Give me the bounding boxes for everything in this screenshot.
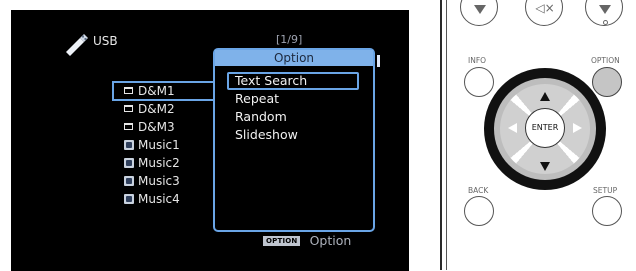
info-button[interactable]: [464, 67, 494, 97]
option-menu: Text Search Repeat Random Slideshow: [227, 72, 367, 144]
scrollbar-marker: [377, 55, 380, 67]
source-label: USB: [93, 34, 118, 48]
enter-button[interactable]: ENTER: [525, 108, 565, 148]
list-item[interactable]: D&M1: [112, 81, 229, 101]
file-list: D&M1 D&M2 D&M3 Music1 Music2 Music3 Musi…: [112, 81, 229, 208]
tv-screen: USB [1/9] D&M1 D&M2 D&M3 Music1 Music2 M…: [11, 10, 409, 271]
list-item-label: Music4: [138, 192, 180, 206]
volume-down-icon: [474, 5, 486, 14]
indicator-dot: [603, 20, 608, 25]
list-item-label: Music2: [138, 156, 180, 170]
list-item[interactable]: Music2: [116, 154, 228, 172]
music-file-icon: [124, 194, 134, 204]
list-item-label: Music3: [138, 174, 180, 188]
music-file-icon: [124, 158, 134, 168]
mute-button[interactable]: ◁×: [525, 0, 563, 26]
option-button[interactable]: [592, 67, 622, 97]
list-item[interactable]: D&M2: [116, 100, 228, 118]
volume-up-icon: [599, 5, 611, 14]
list-item[interactable]: Music1: [116, 136, 228, 154]
folder-icon: [124, 123, 133, 130]
setup-label: SETUP: [593, 186, 618, 195]
arrow-right-icon[interactable]: [573, 123, 582, 133]
folder-icon: [124, 105, 133, 112]
back-button[interactable]: [464, 196, 494, 226]
option-hint: OPTION Option: [263, 230, 351, 249]
menu-item-random[interactable]: Random: [227, 108, 367, 126]
folder-icon: [124, 87, 133, 94]
arrow-up-icon[interactable]: [540, 92, 550, 101]
info-label: INFO: [468, 56, 487, 65]
list-item-label: Music1: [138, 138, 180, 152]
menu-item-text-search[interactable]: Text Search: [227, 72, 359, 90]
page-indicator: [1/9]: [276, 33, 303, 46]
arrow-down-icon[interactable]: [540, 162, 550, 171]
list-item[interactable]: D&M3: [116, 118, 228, 136]
menu-item-repeat[interactable]: Repeat: [227, 90, 367, 108]
volume-down-button[interactable]: [460, 0, 498, 26]
back-label: BACK: [468, 186, 489, 195]
option-popup: Option Text Search Repeat Random Slidesh…: [213, 48, 375, 232]
volume-up-button[interactable]: [585, 0, 623, 26]
list-item-label: D&M3: [138, 120, 175, 134]
option-popup-title: Option: [215, 50, 373, 66]
arrow-left-icon[interactable]: [508, 123, 517, 133]
music-file-icon: [124, 140, 134, 150]
list-item[interactable]: Music4: [116, 190, 228, 208]
option-key-badge: OPTION: [263, 235, 301, 246]
option-hint-label: Option: [309, 233, 352, 248]
list-item-label: D&M2: [138, 102, 175, 116]
option-label: OPTION: [591, 56, 620, 65]
setup-button[interactable]: [592, 196, 622, 226]
menu-item-slideshow[interactable]: Slideshow: [227, 126, 367, 144]
usb-icon: [66, 34, 88, 56]
remote-control: ◁× INFO OPTION BACK SETUP ENTER: [447, 0, 636, 270]
mute-icon: ◁×: [535, 1, 555, 15]
divider: [440, 0, 442, 270]
list-item[interactable]: Music3: [116, 172, 228, 190]
list-item-label: D&M1: [138, 84, 175, 98]
music-file-icon: [124, 176, 134, 186]
